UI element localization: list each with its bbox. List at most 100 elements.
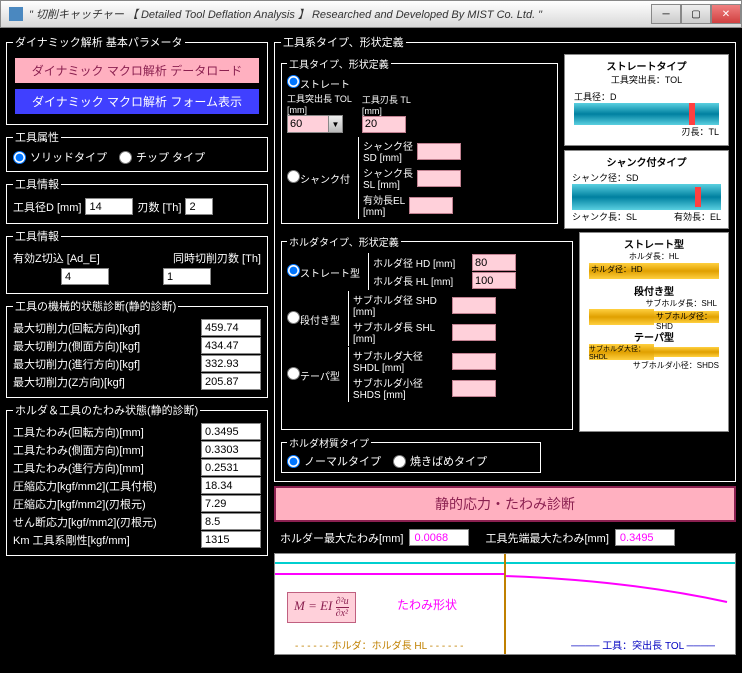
shl-input[interactable] <box>452 324 496 341</box>
hl-label: ホルダ長 HL [mm] <box>373 273 468 288</box>
tol-value: 60 <box>288 118 328 130</box>
mech-label-0: 最大切削力(回転方向)[kgf] <box>13 320 140 336</box>
el-label: 有効長EL[mm] <box>363 192 405 218</box>
chevron-down-icon[interactable]: ▼ <box>328 116 342 132</box>
radio-holder-step-input[interactable] <box>287 311 300 324</box>
holder-material-legend: ホルダ材質タイプ <box>287 435 371 450</box>
radio-holder-straight-input[interactable] <box>287 264 300 277</box>
result-tool-label: 工具先端最大たわみ[mm] <box>485 530 608 546</box>
tool-info2-legend: 工具情報 <box>13 228 61 244</box>
radio-holder-taper[interactable]: テーパ型 <box>287 367 340 383</box>
shd-input[interactable] <box>452 297 496 314</box>
mech-value-0[interactable] <box>201 319 261 336</box>
deflection-graph: M = EI ∂²u∂x² たわみ形状 - - - - - - ホルダ：ホルダ長… <box>274 553 736 655</box>
defl-label-6: Km 工具系剛性[kgf/mm] <box>13 532 130 548</box>
defl-value-3[interactable] <box>201 477 261 494</box>
radio-mat-normal-input[interactable] <box>287 455 300 468</box>
formula-box: M = EI ∂²u∂x² <box>287 592 356 623</box>
mech-label-2: 最大切削力(進行方向)[kgf] <box>13 356 140 372</box>
mech-value-2[interactable] <box>201 355 261 372</box>
diameter-input[interactable] <box>85 198 133 215</box>
radio-tool-shank[interactable]: シャンク付 <box>287 170 350 186</box>
sl-label: シャンク長SL [mm] <box>363 165 413 191</box>
mech-value-3[interactable] <box>201 373 261 390</box>
holder-material-group: ホルダ材質タイプ ノーマルタイプ 焼きばめタイプ <box>281 435 541 473</box>
shds-input[interactable] <box>452 380 496 397</box>
radio-holder-step[interactable]: 段付き型 <box>287 311 340 327</box>
legend-holder: - - - - - - ホルダ：ホルダ長 HL - - - - - - <box>295 637 464 652</box>
result-holder-label: ホルダー最大たわみ[mm] <box>280 530 403 546</box>
defl-value-0[interactable] <box>201 423 261 440</box>
adE-input[interactable] <box>61 268 109 285</box>
radio-holder-straight[interactable]: ストレート型 <box>287 264 360 280</box>
defl-value-1[interactable] <box>201 441 261 458</box>
shdl-input[interactable] <box>452 353 496 370</box>
holder-shape-subgroup: ホルダタイプ、形状定義 ストレート型 ホルダ径 HD [mm] ホルダ長 HL … <box>281 234 573 430</box>
shd-label: サブホルダ径 SHD[mm] <box>353 292 448 318</box>
radio-solid-type[interactable]: ソリッドタイプ <box>13 149 107 165</box>
defl-value-2[interactable] <box>201 459 261 476</box>
mech-label-1: 最大切削力(側面方向)[kgf] <box>13 338 140 354</box>
defl-label-5: せん断応力[kgf/mm2](刃根元) <box>13 514 157 530</box>
hd-label: ホルダ径 HD [mm] <box>373 255 468 270</box>
hl-input[interactable] <box>472 272 516 289</box>
hd-input[interactable] <box>472 254 516 271</box>
radio-material-shrink[interactable]: 焼きばめタイプ <box>393 453 487 469</box>
tool-info2-group: 工具情報 有効Z切込 [Ad_E] 同時切削刃数 [Th] <box>6 228 268 294</box>
sd-label: シャンク径SD [mm] <box>363 138 413 164</box>
straight-diagram: ストレートタイプ 工具突出長：TOL 工具径：D 刃長：TL <box>564 54 729 146</box>
shds-label: サブホルダ小径SHDS [mm] <box>353 375 448 401</box>
radio-tool-straight-input[interactable] <box>287 75 300 88</box>
sl-input[interactable] <box>417 170 461 187</box>
simteeth-input[interactable] <box>163 268 211 285</box>
teeth-input[interactable] <box>185 198 213 215</box>
tool-info1-legend: 工具情報 <box>13 176 61 192</box>
tl-input[interactable] <box>362 116 406 133</box>
defl-label-2: 工具たわみ(進行方向)[mm] <box>13 460 144 476</box>
el-input[interactable] <box>409 197 453 214</box>
tool-attribute-legend: 工具属性 <box>13 129 61 145</box>
radio-tool-shank-input[interactable] <box>287 170 300 183</box>
radio-mat-shrink-input[interactable] <box>393 455 406 468</box>
dynamic-param-group: ダイナミック解析 基本パラメータ ダイナミック マクロ解析 データロード ダイナ… <box>6 34 268 125</box>
static-diagnosis-button[interactable]: 静的応力・たわみ診断 <box>274 486 736 522</box>
simteeth-label: 同時切削刃数 [Th] <box>173 250 261 266</box>
mech-value-1[interactable] <box>201 337 261 354</box>
defl-value-6[interactable] <box>201 531 261 548</box>
mechanical-diag-group: 工具の機械的状態診断(静的診断) 最大切削力(回転方向)[kgf] 最大切削力(… <box>6 298 268 398</box>
formula-label: たわみ形状 <box>397 596 457 613</box>
radio-tip-input[interactable] <box>119 151 132 164</box>
radio-material-normal[interactable]: ノーマルタイプ <box>287 453 381 469</box>
shl-label: サブホルダ長 SHL[mm] <box>353 319 448 345</box>
defl-label-0: 工具たわみ(回転方向)[mm] <box>13 424 144 440</box>
result-holder-value[interactable] <box>409 529 469 546</box>
dynamic-param-legend: ダイナミック解析 基本パラメータ <box>13 34 185 50</box>
formula-text: M = EI ∂²u∂x² <box>294 598 349 613</box>
holder-shape-legend: ホルダタイプ、形状定義 <box>287 234 401 249</box>
tool-shape-legend: 工具タイプ、形状定義 <box>287 56 391 71</box>
window-titlebar: " 切削キャッチャー 【 Detailed Tool Deflation Ana… <box>0 0 742 28</box>
defl-value-5[interactable] <box>201 513 261 530</box>
radio-tip-type[interactable]: チップ タイプ <box>119 149 205 165</box>
sd-input[interactable] <box>417 143 461 160</box>
maximize-button[interactable]: ▢ <box>681 4 711 24</box>
form-display-button[interactable]: ダイナミック マクロ解析 フォーム表示 <box>13 87 261 116</box>
tool-info1-group: 工具情報 工具径D [mm] 刃数 [Th] <box>6 176 268 224</box>
radio-solid-input[interactable] <box>13 151 26 164</box>
adE-label: 有効Z切込 [Ad_E] <box>13 250 100 266</box>
result-tool-value[interactable] <box>615 529 675 546</box>
tol-combo[interactable]: 60 ▼ <box>287 115 343 133</box>
legend-tool: ──── 工具：突出長 TOL ──── <box>571 637 715 652</box>
shank-diagram: シャンク付タイプ シャンク径：SD シャンク長：SL 有効長：EL <box>564 150 729 229</box>
tool-shape-subgroup: 工具タイプ、形状定義 ストレート 工具突出長 TOL[mm] 60 ▼ <box>281 56 558 224</box>
tol-label: 工具突出長 TOL[mm] <box>287 92 352 115</box>
defl-label-4: 圧縮応力[kgf/mm2](刃根元) <box>13 496 146 512</box>
shdl-label: サブホルダ大径SHDL [mm] <box>353 348 448 374</box>
tool-system-group: 工具系タイプ、形状定義 工具タイプ、形状定義 ストレート 工具突出長 TOL[m… <box>274 34 736 482</box>
data-load-button[interactable]: ダイナミック マクロ解析 データロード <box>13 56 261 85</box>
radio-tool-straight[interactable]: ストレート <box>287 75 350 91</box>
minimize-button[interactable]: ─ <box>651 4 681 24</box>
defl-value-4[interactable] <box>201 495 261 512</box>
close-button[interactable]: ✕ <box>711 4 741 24</box>
radio-holder-taper-input[interactable] <box>287 367 300 380</box>
